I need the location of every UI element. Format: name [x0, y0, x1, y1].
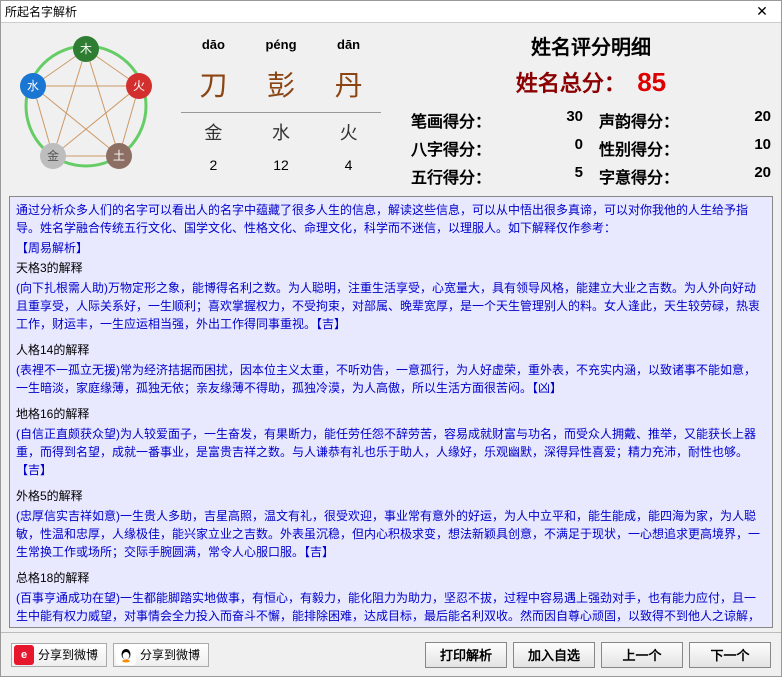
elem-0: 金 [181, 113, 246, 152]
top-panel: 木 火 土 金 水 dāo péng dān 刀 彭 丹 [1, 23, 781, 192]
weibo-icon: e [14, 645, 34, 665]
dige-body: (自信正直颇获众望)为人较爱面子，一生奋发，有果断力，能任劳任怨不辞劳苦，容易成… [16, 425, 766, 479]
waige-body: (忠厚信实吉祥如意)一生贵人多助，吉星高照，温文有礼，很受欢迎，事业常有意外的好… [16, 507, 766, 561]
renge-title: 人格14的解释 [16, 341, 766, 359]
zongge-body: (百事亨通成功在望)一生都能脚踏实地做事，有恒心，有毅力，能化阻力为助力，坚忍不… [16, 589, 766, 628]
zongge-title: 总格18的解释 [16, 569, 766, 587]
main-window: 所起名字解析 ✕ [0, 0, 782, 677]
sub-score-meaning: 字意得分：20 [599, 164, 771, 188]
next-button[interactable]: 下一个 [689, 642, 771, 668]
pinyin-1: péng [246, 31, 316, 58]
five-elements-diagram: 木 火 土 金 水 [11, 31, 161, 181]
waige-title: 外格5的解释 [16, 487, 766, 505]
close-icon: ✕ [756, 3, 768, 20]
elem-2: 火 [316, 113, 381, 152]
svg-text:木: 木 [80, 42, 92, 56]
total-score-value: 85 [637, 67, 666, 97]
total-score-row: 姓名总分： 85 [411, 66, 771, 98]
sub-score-strokes: 笔画得分：30 [411, 108, 583, 132]
name-table: dāo péng dān 刀 彭 丹 金 水 火 2 12 4 [181, 31, 381, 188]
char-1: 彭 [246, 58, 316, 113]
char-0: 刀 [181, 58, 246, 113]
svg-text:金: 金 [47, 148, 59, 163]
total-score-label: 姓名总分： [516, 71, 626, 96]
char-2: 丹 [316, 58, 381, 113]
share-qq-button[interactable]: 分享到微博 [113, 643, 209, 667]
sub-score-sound: 声韵得分：20 [599, 108, 771, 132]
elem-1: 水 [246, 113, 316, 152]
sub-score-bazi: 八字得分：0 [411, 136, 583, 160]
svg-text:火: 火 [133, 79, 145, 93]
footer-toolbar: e 分享到微博 分享到微博 打印解析 加入自选 上一个 下一个 [1, 632, 781, 676]
prev-button[interactable]: 上一个 [601, 642, 683, 668]
titlebar: 所起名字解析 ✕ [1, 1, 781, 23]
sub-score-wuxing: 五行得分：5 [411, 164, 583, 188]
renge-body: (表裡不一孤立无援)常为经济拮据而困扰，因本位主义太重，不听劝告，一意孤行，为人… [16, 361, 766, 397]
svg-text:土: 土 [113, 149, 125, 163]
sub-score-gender: 性别得分：10 [599, 136, 771, 160]
add-favorite-button[interactable]: 加入自选 [513, 642, 595, 668]
tiange-title: 天格3的解释 [16, 259, 766, 277]
window-title: 所起名字解析 [5, 3, 747, 20]
svg-text:水: 水 [27, 79, 39, 93]
intro-text: 通过分析众多人们的名字可以看出人的名字中蕴藏了很多人生的信息，解读这些信息，可以… [16, 201, 766, 237]
dige-title: 地格16的解释 [16, 405, 766, 423]
close-button[interactable]: ✕ [747, 2, 777, 22]
print-button[interactable]: 打印解析 [425, 642, 507, 668]
stroke-2: 4 [316, 151, 381, 179]
share-weibo-button[interactable]: e 分享到微博 [11, 643, 107, 667]
pinyin-2: dān [316, 31, 381, 58]
zhouyi-header: 【周易解析】 [16, 239, 766, 257]
analysis-textarea[interactable]: 通过分析众多人们的名字可以看出人的名字中蕴藏了很多人生的信息，解读这些信息，可以… [9, 196, 773, 628]
pinyin-0: dāo [181, 31, 246, 58]
tiange-body: (向下扎根需人助)万物定形之象，能博得名利之数。为人聪明，注重生活享受，心宽量大… [16, 279, 766, 333]
score-panel: 姓名评分明细 姓名总分： 85 笔画得分：30 声韵得分：20 八字得分：0 性… [411, 31, 771, 188]
score-header: 姓名评分明细 [411, 31, 771, 60]
stroke-0: 2 [181, 151, 246, 179]
qq-icon [116, 645, 136, 665]
stroke-1: 12 [246, 151, 316, 179]
